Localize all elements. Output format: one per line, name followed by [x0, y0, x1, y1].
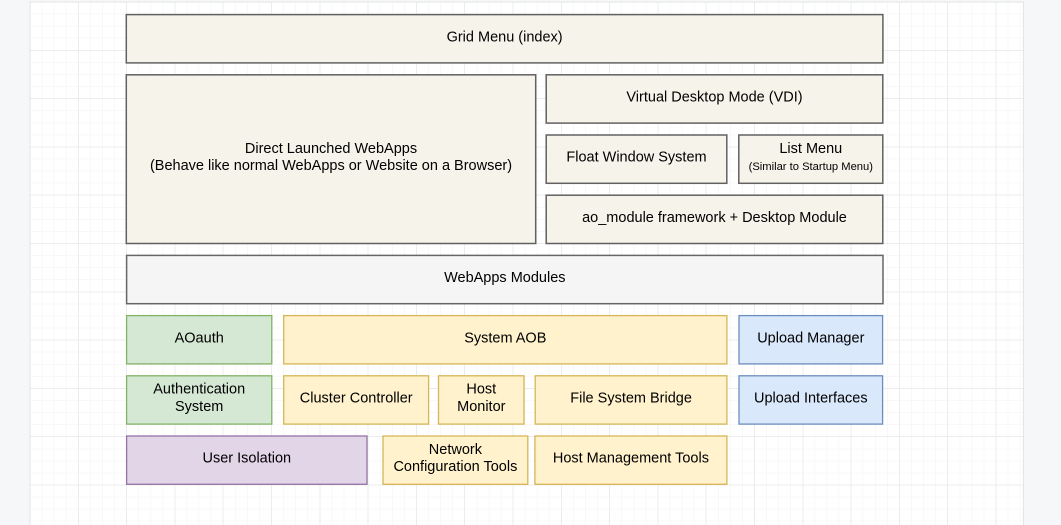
- svg-text:Monitor: Monitor: [457, 399, 506, 415]
- svg-text:Upload Manager: Upload Manager: [757, 330, 864, 346]
- svg-text:AOauth: AOauth: [175, 330, 224, 346]
- svg-text:(Similar to Startup Menu): (Similar to Startup Menu): [749, 161, 874, 173]
- svg-text:System: System: [175, 399, 223, 415]
- svg-text:(Behave like normal WebApps or: (Behave like normal WebApps or Website o…: [150, 158, 512, 174]
- svg-text:Grid Menu (index): Grid Menu (index): [447, 29, 563, 45]
- svg-text:Float Window System: Float Window System: [566, 150, 706, 166]
- svg-text:User Isolation: User Isolation: [202, 451, 291, 467]
- svg-text:ao_module framework + Desktop: ao_module framework + Desktop Module: [582, 210, 847, 226]
- svg-text:List Menu: List Menu: [779, 141, 842, 157]
- svg-text:System AOB: System AOB: [464, 330, 546, 346]
- svg-text:Authentication: Authentication: [153, 382, 245, 398]
- svg-text:WebApps Modules: WebApps Modules: [444, 270, 565, 286]
- svg-text:File System Bridge: File System Bridge: [570, 390, 692, 406]
- svg-text:Host: Host: [466, 382, 496, 398]
- svg-text:Cluster Controller: Cluster Controller: [300, 390, 413, 406]
- svg-text:Direct Launched WebApps: Direct Launched WebApps: [245, 141, 417, 157]
- svg-text:Network: Network: [429, 442, 483, 458]
- svg-text:Host Management Tools: Host Management Tools: [553, 451, 709, 467]
- svg-text:Configuration Tools: Configuration Tools: [393, 459, 517, 475]
- svg-text:Upload Interfaces: Upload Interfaces: [754, 390, 868, 406]
- svg-text:Virtual Desktop Mode (VDI): Virtual Desktop Mode (VDI): [626, 89, 802, 105]
